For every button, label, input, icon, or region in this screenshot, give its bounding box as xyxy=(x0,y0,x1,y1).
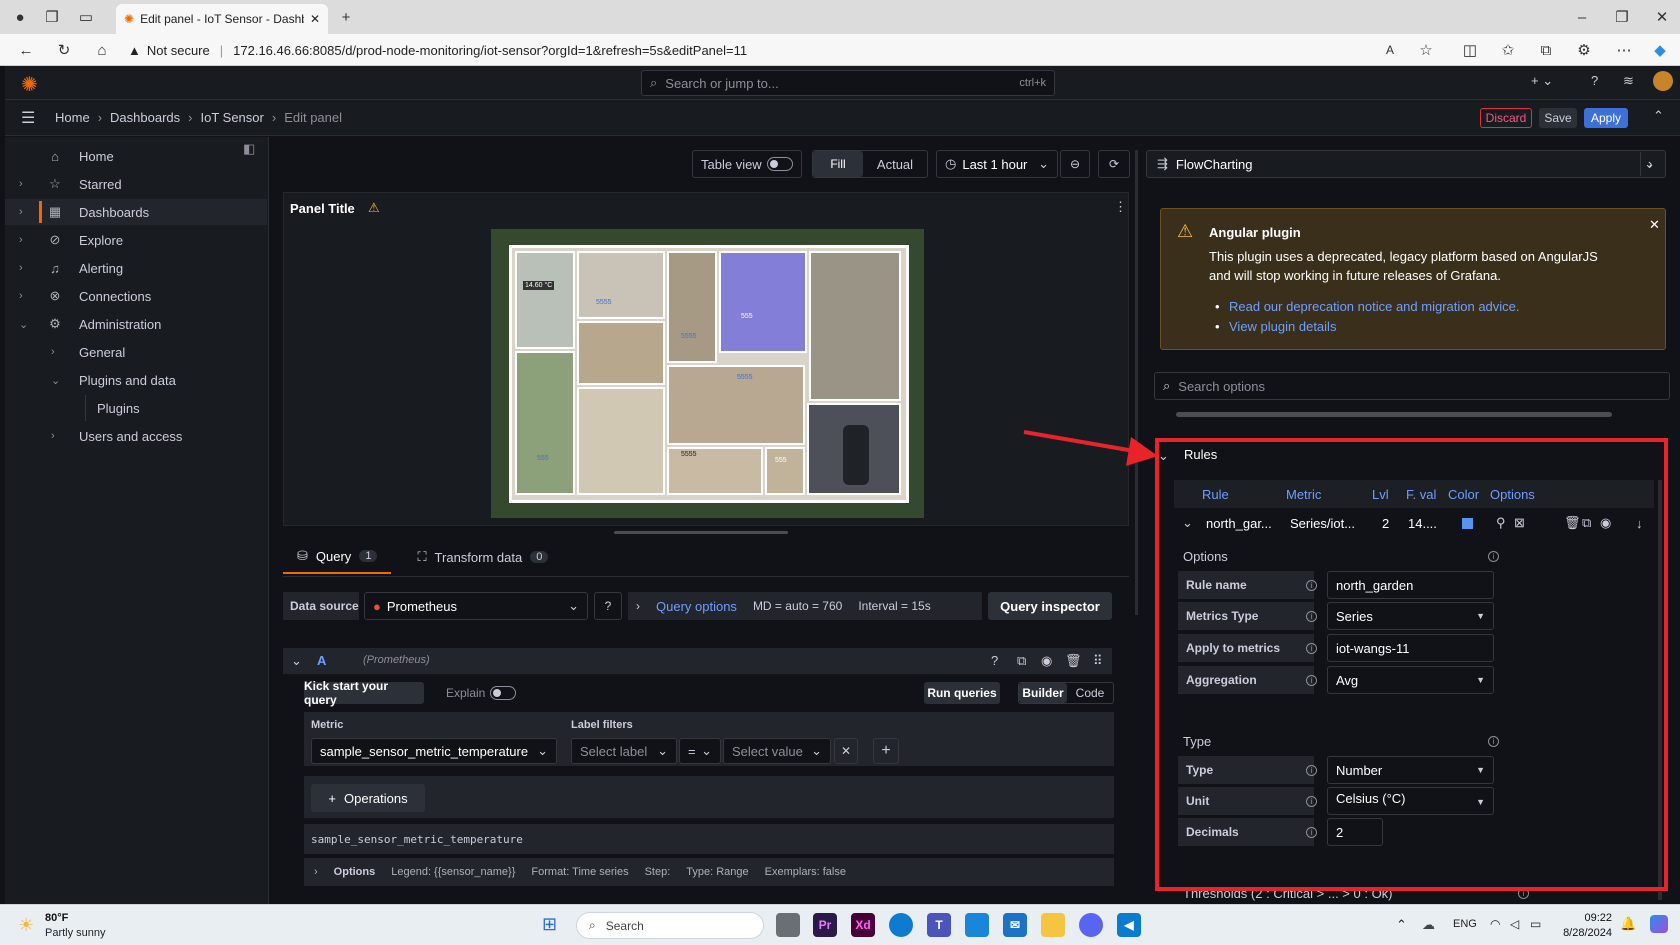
weather-temp: 80°F xyxy=(45,912,69,924)
annotation-overlay xyxy=(1023,430,1668,891)
clock-date[interactable]: 8/28/2024 xyxy=(1550,927,1612,939)
weather-text: Partly sunny xyxy=(45,927,106,939)
edge-icon[interactable] xyxy=(889,913,913,937)
taskbar-search[interactable]: ⌕ Search xyxy=(576,912,764,939)
vscode-icon[interactable]: ◀ xyxy=(1117,913,1141,937)
task-view-icon[interactable] xyxy=(776,913,800,937)
search-icon: ⌕ xyxy=(589,918,596,932)
copilot-taskbar-icon[interactable] xyxy=(1650,915,1668,933)
premiere-icon[interactable]: Pr xyxy=(813,913,837,937)
battery-icon[interactable]: ▭ xyxy=(1530,917,1541,931)
wifi-icon[interactable]: ◠ xyxy=(1490,917,1500,931)
store-icon[interactable] xyxy=(965,913,989,937)
language-indicator[interactable]: ENG xyxy=(1453,918,1477,930)
annotation-arrow-head xyxy=(1126,437,1158,466)
teams-icon[interactable]: T xyxy=(927,913,951,937)
annotation-rectangle xyxy=(1155,438,1668,891)
discord-icon[interactable] xyxy=(1079,913,1103,937)
weather-icon[interactable]: ☀ xyxy=(18,915,34,936)
xd-icon[interactable]: Xd xyxy=(851,913,875,937)
taskbar-search-label: Search xyxy=(605,918,644,933)
windows-start-icon[interactable]: ⊞ xyxy=(542,914,557,935)
volume-icon[interactable]: ◁ xyxy=(1510,917,1519,931)
clock-time[interactable]: 09:22 xyxy=(1560,912,1612,924)
annotation-arrow-line xyxy=(1023,430,1141,454)
bell-icon[interactable]: 🔔 xyxy=(1620,916,1636,932)
file-explorer-icon[interactable] xyxy=(1041,913,1065,937)
chevron-up-icon[interactable]: ⌃ xyxy=(1396,917,1407,933)
mail-icon[interactable]: ✉ xyxy=(1003,913,1027,937)
windows-taskbar: ☀ 80°F Partly sunny ⊞ ⌕ Search Pr Xd T ✉… xyxy=(0,904,1680,945)
cloud-icon[interactable]: ☁ xyxy=(1422,917,1435,933)
